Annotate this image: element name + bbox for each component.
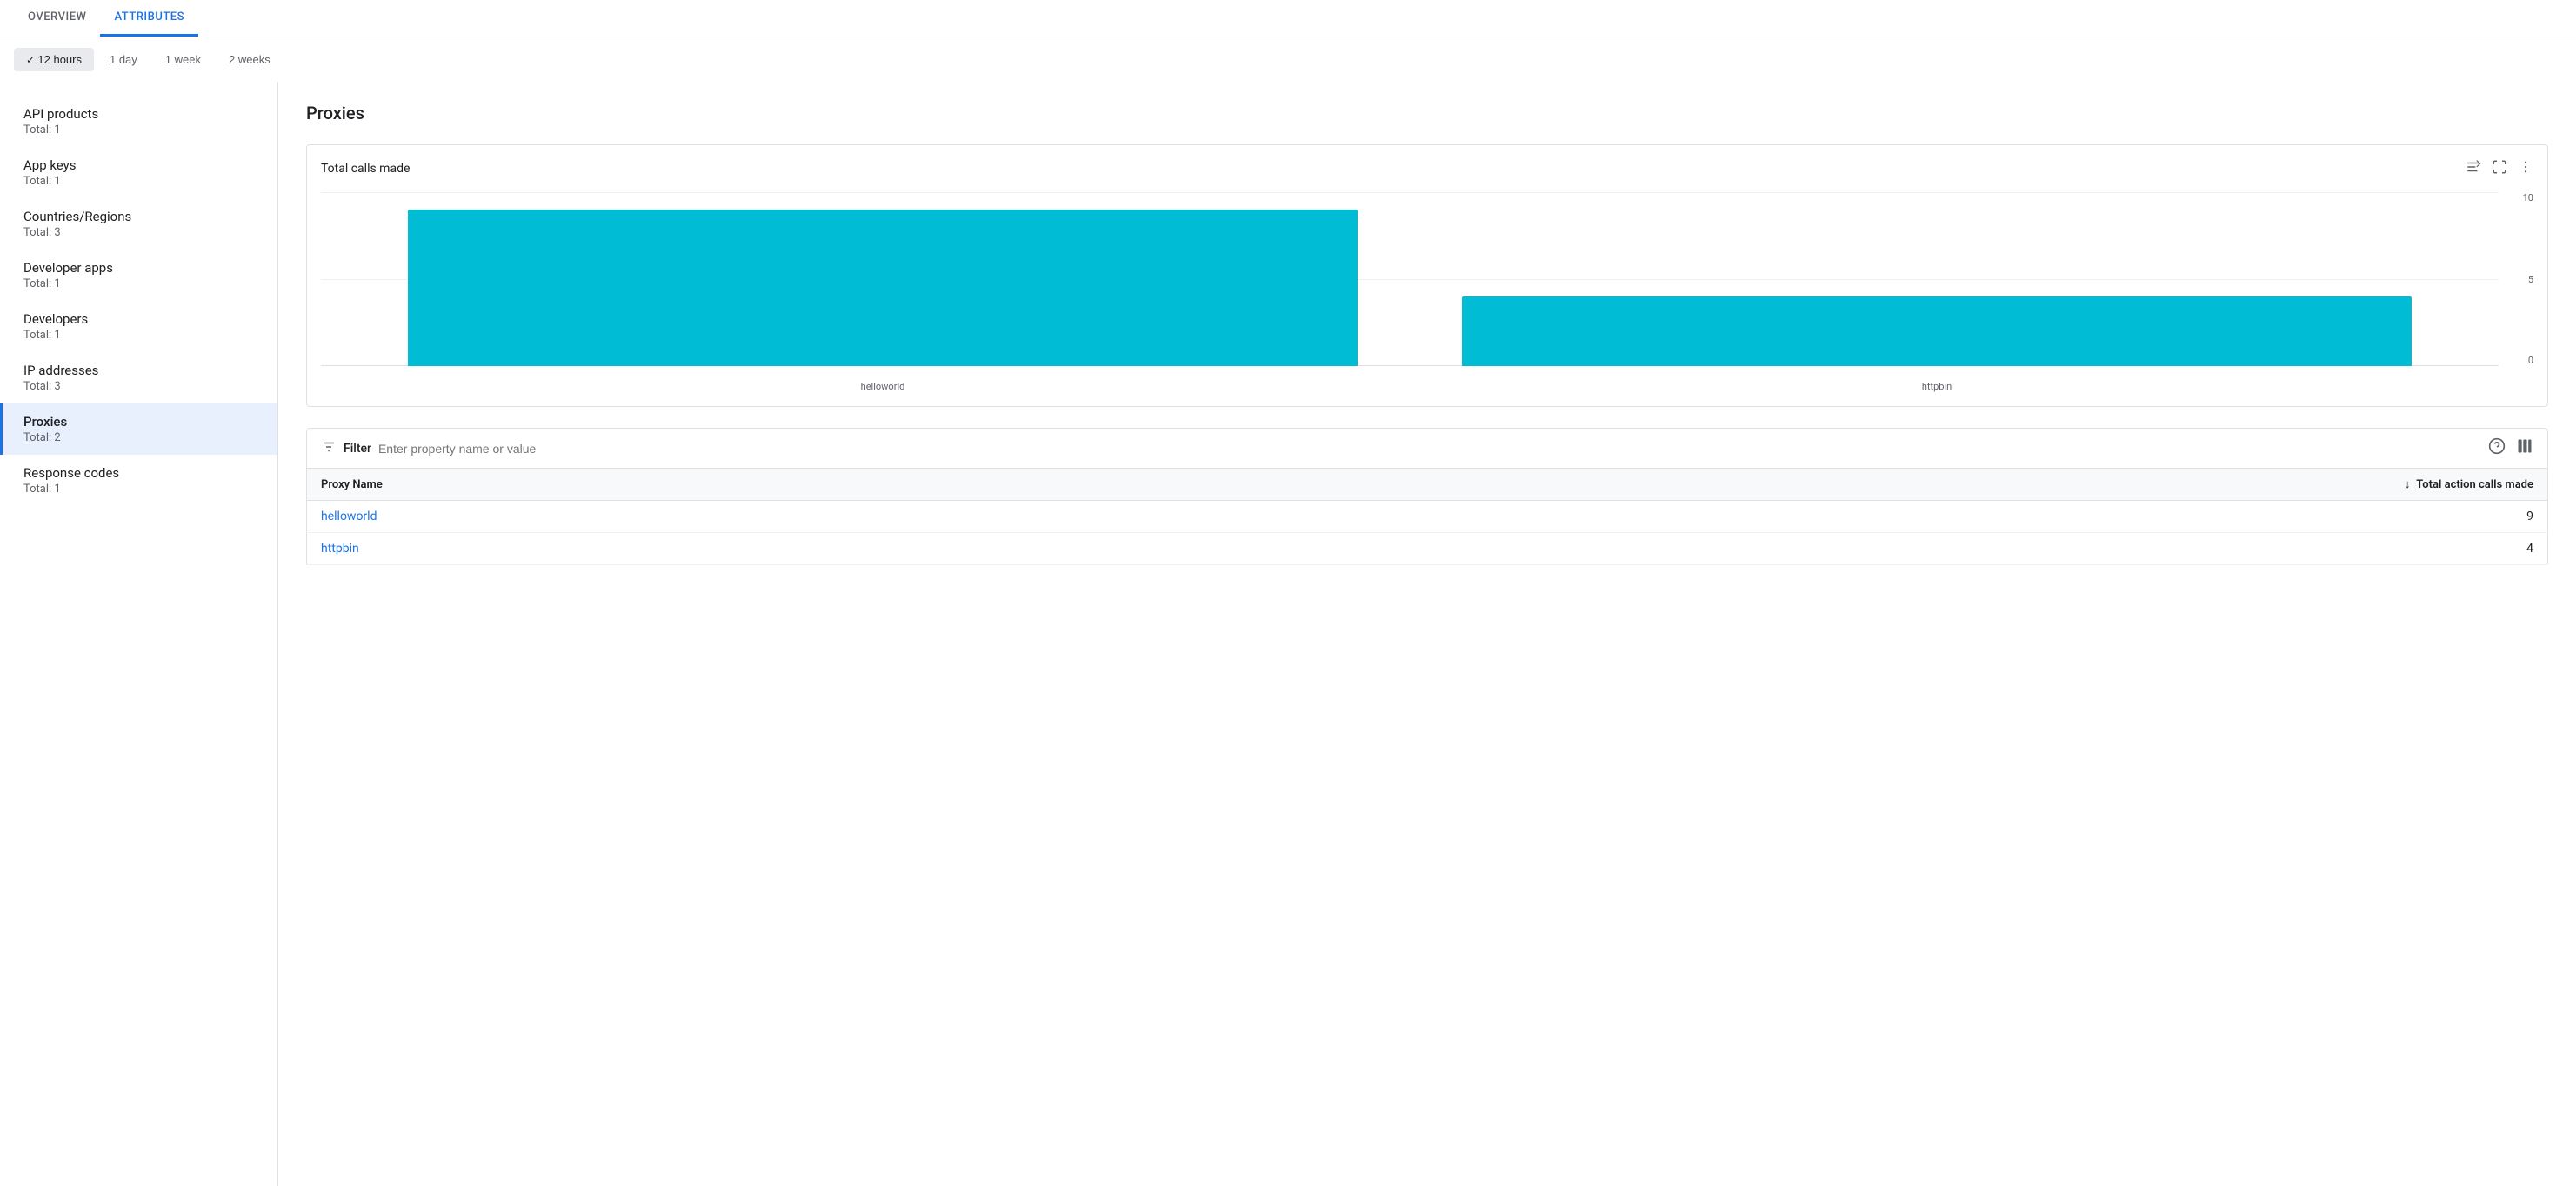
td-proxy-name-helloworld: helloworld (307, 501, 1123, 533)
data-table: Proxy Name ↓ Total action calls made hel… (306, 469, 2548, 565)
bar-httpbin (1462, 296, 2412, 366)
bar-group-helloworld (356, 192, 1410, 366)
sidebar-item-ip-addresses[interactable]: IP addresses Total: 3 (0, 352, 277, 403)
table-header-row: Proxy Name ↓ Total action calls made (307, 469, 2548, 501)
sidebar-item-proxies[interactable]: Proxies Total: 2 (0, 403, 277, 455)
chart-actions (2466, 159, 2533, 178)
sidebar-item-response-codes[interactable]: Response codes Total: 1 (0, 455, 277, 506)
sidebar-item-developer-apps[interactable]: Developer apps Total: 1 (0, 250, 277, 301)
proxy-link-httpbin[interactable]: httpbin (321, 542, 359, 556)
bar-group-httpbin (1410, 192, 2464, 366)
time-filter-bar: 12 hours 1 day 1 week 2 weeks (0, 37, 2576, 82)
filter-left: Filter (321, 439, 639, 458)
y-axis: 10 5 0 (2503, 192, 2533, 366)
time-btn-2w[interactable]: 2 weeks (217, 48, 283, 71)
filter-bar: Filter (306, 428, 2548, 469)
filter-right (2488, 437, 2533, 459)
bar-helloworld (408, 210, 1358, 366)
y-label-5: 5 (2528, 274, 2533, 285)
columns-icon[interactable] (2516, 437, 2533, 459)
filter-input[interactable] (378, 442, 639, 456)
tab-overview[interactable]: OVERVIEW (14, 0, 100, 37)
x-axis-labels: helloworld httpbin (321, 377, 2499, 392)
x-label-httpbin: httpbin (1410, 377, 2464, 392)
th-total-calls[interactable]: ↓ Total action calls made (1122, 469, 2547, 501)
td-proxy-name-httpbin: httpbin (307, 533, 1123, 565)
time-btn-1w[interactable]: 1 week (153, 48, 213, 71)
chart-title: Total calls made (321, 162, 410, 176)
td-calls-httpbin: 4 (1122, 533, 2547, 565)
help-icon[interactable] (2488, 437, 2506, 459)
chart-expand-icon[interactable] (2492, 159, 2507, 178)
chart-legend-icon[interactable] (2466, 159, 2481, 178)
content-area: Proxies Total calls made (278, 82, 2576, 1186)
chart-header: Total calls made (321, 159, 2533, 178)
y-label-10: 10 (2523, 192, 2533, 203)
chart-more-icon[interactable] (2518, 159, 2533, 178)
th-proxy-name: Proxy Name (307, 469, 1123, 501)
td-calls-helloworld: 9 (1122, 501, 2547, 533)
sidebar: API products Total: 1 App keys Total: 1 … (0, 82, 278, 1186)
table-row: helloworld 9 (307, 501, 2548, 533)
sort-desc-icon: ↓ (2405, 477, 2411, 491)
sidebar-item-developers[interactable]: Developers Total: 1 (0, 301, 277, 352)
time-btn-12h[interactable]: 12 hours (14, 48, 94, 71)
sidebar-item-api-products[interactable]: API products Total: 1 (0, 96, 277, 147)
table-row: httpbin 4 (307, 533, 2548, 565)
y-label-0: 0 (2528, 355, 2533, 366)
tab-attributes[interactable]: ATTRIBUTES (100, 0, 197, 37)
filter-icon (321, 439, 337, 458)
main-layout: API products Total: 1 App keys Total: 1 … (0, 82, 2576, 1186)
page-title: Proxies (306, 103, 2548, 123)
filter-label: Filter (344, 442, 371, 456)
bar-chart: helloworld httpbin 10 5 0 (321, 192, 2533, 392)
chart-card: Total calls made (306, 144, 2548, 407)
x-label-helloworld: helloworld (356, 377, 1410, 392)
time-btn-1d[interactable]: 1 day (97, 48, 150, 71)
sidebar-item-app-keys[interactable]: App keys Total: 1 (0, 147, 277, 198)
top-tabs: OVERVIEW ATTRIBUTES (0, 0, 2576, 37)
proxy-link-helloworld[interactable]: helloworld (321, 510, 377, 523)
sidebar-item-countries-regions[interactable]: Countries/Regions Total: 3 (0, 198, 277, 250)
bars-area (321, 192, 2499, 366)
